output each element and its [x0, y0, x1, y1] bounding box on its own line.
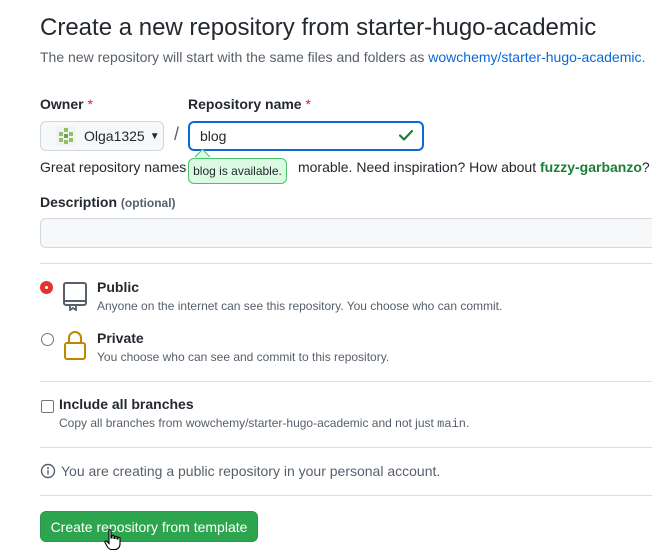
page-title: Create a new repository from starter-hug… [40, 14, 597, 41]
include-branches-description: Copy all branches from wowchemy/starter-… [59, 416, 470, 431]
description-input[interactable] [40, 218, 652, 248]
create-repository-button[interactable]: Create repository from template [40, 511, 258, 542]
private-title: Private [97, 330, 144, 346]
public-title: Public [97, 279, 140, 295]
suggested-name-link[interactable]: fuzzy-garbanzo [540, 159, 642, 175]
visibility-info: You are creating a public repository in … [40, 463, 440, 479]
hand-cursor-icon [104, 529, 121, 551]
public-radio[interactable] [41, 282, 52, 293]
owner-label: Owner * [40, 96, 93, 112]
availability-tooltip: blog is available. [188, 158, 287, 184]
include-branches-checkbox[interactable] [41, 400, 54, 413]
divider [40, 263, 652, 264]
check-icon [398, 129, 414, 141]
name-suggestion-text: Great repository names a morable. Need in… [40, 159, 650, 175]
private-description: You choose who can see and commit to thi… [97, 350, 390, 364]
description-label: Description (optional) [40, 194, 176, 210]
divider [40, 495, 652, 496]
caret-down-icon: ▼ [149, 130, 160, 142]
public-description: Anyone on the internet can see this repo… [97, 299, 503, 313]
repo-book-icon [63, 282, 87, 311]
repo-name-label: Repository name * [188, 96, 311, 112]
private-radio[interactable] [41, 333, 54, 346]
owner-dropdown[interactable]: Olga1325 ▼ [40, 121, 164, 151]
owner-repo-separator: / [174, 124, 180, 144]
lock-icon [64, 331, 86, 360]
divider [40, 447, 652, 448]
template-link[interactable]: wowchemy/starter-hugo-academic [428, 49, 641, 65]
page-subtitle: The new repository will start with the s… [40, 49, 646, 65]
divider [40, 381, 652, 382]
info-icon [40, 463, 56, 479]
include-branches-title: Include all branches [59, 396, 194, 412]
owner-name: Olga1325 [84, 128, 145, 144]
repository-name-input[interactable] [188, 121, 424, 151]
avatar [56, 126, 76, 146]
